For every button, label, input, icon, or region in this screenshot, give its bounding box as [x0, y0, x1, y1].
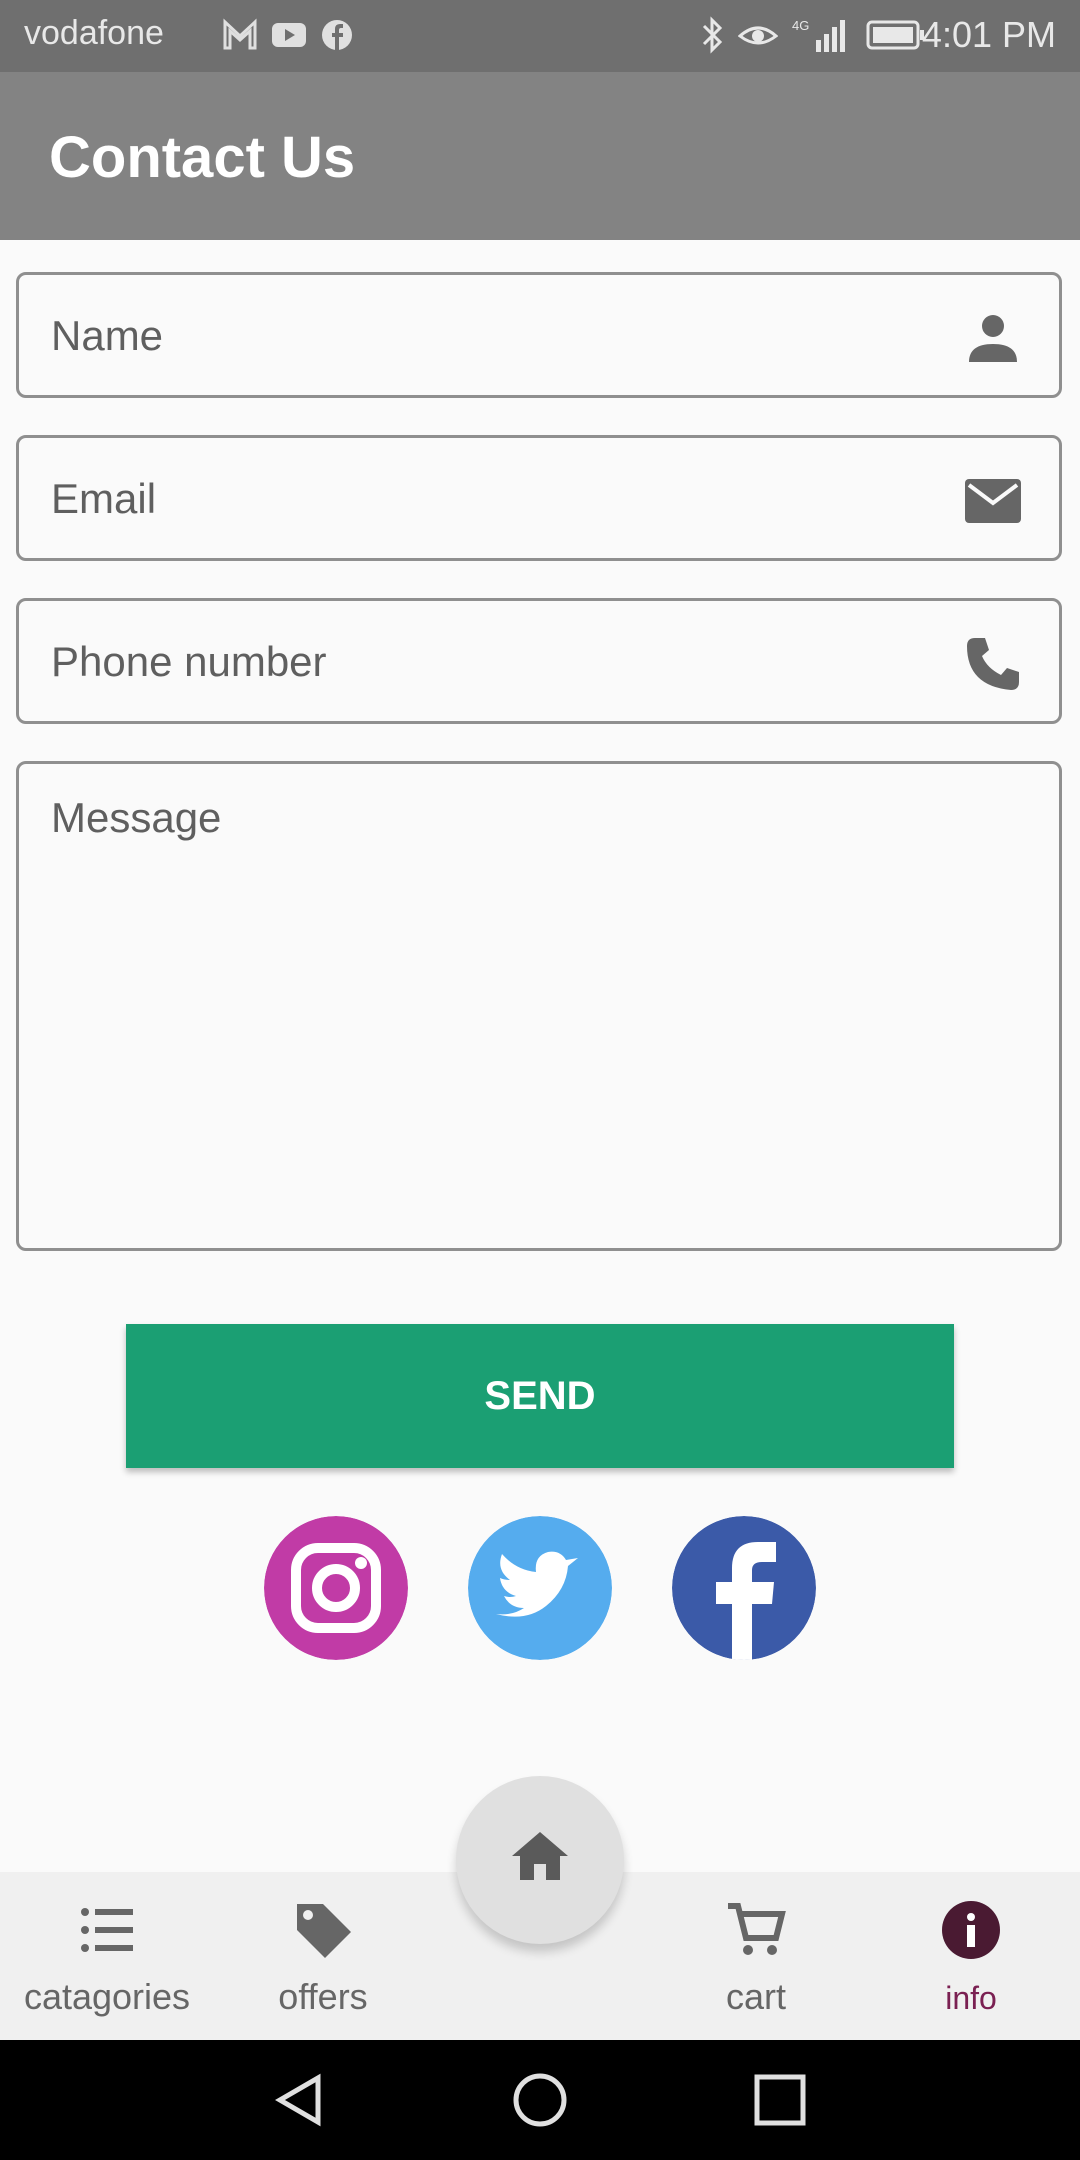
nav-item-cart[interactable]: cart — [656, 1872, 856, 2040]
instagram-icon[interactable] — [264, 1516, 408, 1660]
home-button[interactable] — [456, 1776, 624, 1944]
app-bar: Contact Us — [0, 72, 1080, 240]
svg-text:4G: 4G — [792, 18, 809, 33]
list-icon — [81, 1908, 133, 1952]
nav-item-offers[interactable]: offers — [223, 1872, 423, 2040]
phone-field[interactable] — [49, 601, 953, 723]
notification-icons — [222, 18, 354, 52]
name-field[interactable] — [49, 275, 953, 397]
nav-label-offers: offers — [278, 1976, 368, 2017]
nav-label-categories: catagories — [23, 1976, 191, 2017]
nav-label-cart: cart — [725, 1976, 786, 2017]
system-icons: 4G — [700, 16, 926, 54]
mail-icon — [965, 479, 1021, 523]
system-nav-bar — [0, 2040, 1080, 2160]
nav-item-categories[interactable]: catagories — [7, 1872, 207, 2040]
person-icon — [969, 315, 1017, 362]
tag-icon — [297, 1904, 351, 1958]
page-title: Contact Us — [49, 125, 356, 190]
message-field[interactable] — [49, 792, 953, 1216]
twitter-icon[interactable] — [468, 1516, 612, 1660]
cart-icon — [728, 1903, 786, 1955]
home-nav-icon[interactable] — [512, 2072, 568, 2128]
home-icon — [512, 1832, 568, 1880]
back-icon[interactable] — [272, 2072, 328, 2128]
nav-label-info: info — [945, 1980, 997, 2016]
gmail-icon — [223, 18, 257, 50]
nav-item-info[interactable]: info — [871, 1872, 1071, 2040]
battery-icon — [866, 20, 924, 50]
facebook-icon[interactable] — [672, 1516, 816, 1660]
youtube-icon — [272, 23, 306, 47]
eye-comfort-icon — [738, 26, 778, 45]
message-field-container — [16, 761, 1062, 1251]
send-button[interactable]: SEND — [126, 1324, 954, 1468]
clock: 4:01 PM — [921, 14, 1056, 55]
recents-icon[interactable] — [752, 2072, 808, 2128]
facebook-icon — [322, 20, 352, 50]
phone-icon — [967, 638, 1019, 690]
info-icon — [942, 1901, 1000, 1959]
phone-field-container — [16, 598, 1062, 724]
email-field-container — [16, 435, 1062, 561]
name-field-container — [16, 272, 1062, 398]
status-bar: vodafone 4G 4:01 PM — [0, 0, 1080, 72]
carrier-label: vodafone — [24, 14, 164, 52]
email-field[interactable] — [49, 438, 953, 560]
bluetooth-icon — [702, 16, 723, 54]
signal-4g-icon: 4G — [792, 18, 845, 52]
